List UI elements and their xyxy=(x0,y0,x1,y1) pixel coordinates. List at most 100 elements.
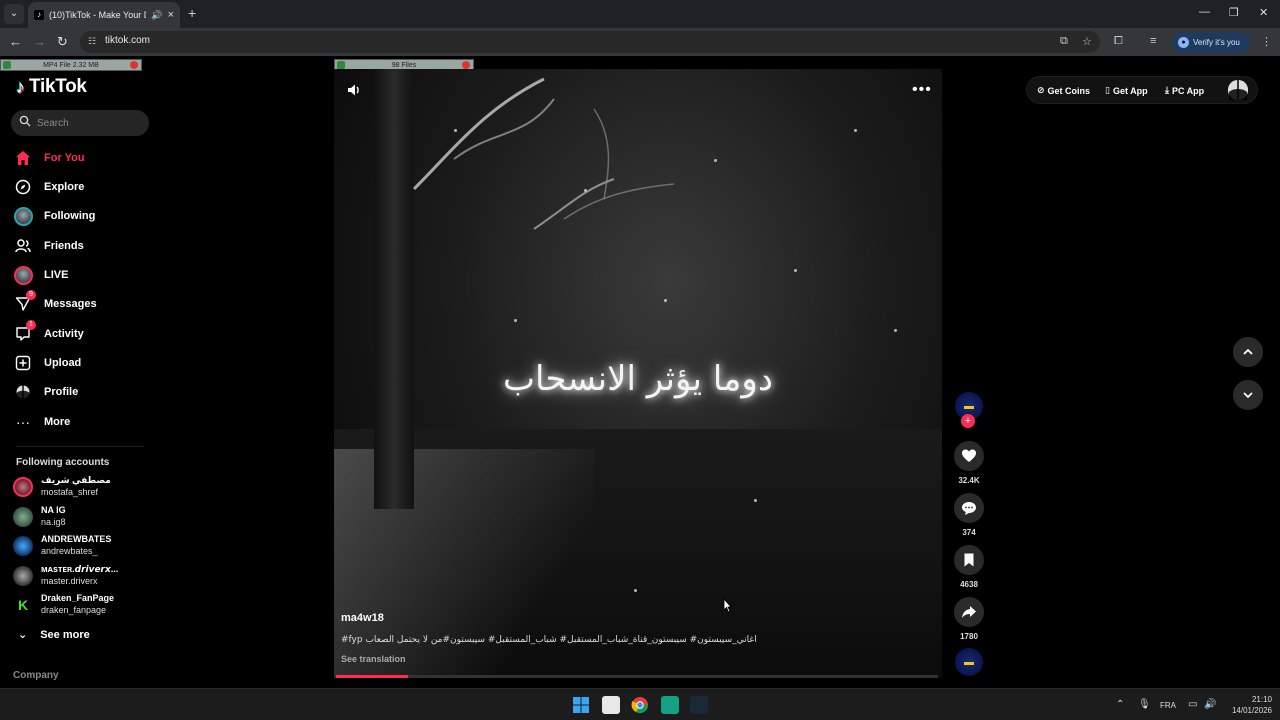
search-box[interactable] xyxy=(11,110,149,136)
video-progress-bar[interactable] xyxy=(336,675,938,678)
verify-profile-button[interactable]: ● Verify it's you xyxy=(1172,32,1250,52)
browser-tab[interactable]: ♪ (10)TikTok - Make Your Day 🔊 × xyxy=(28,2,180,28)
address-bar[interactable]: ☷ tiktok.com ⧉ ☆ xyxy=(80,31,1100,53)
sidebar-divider xyxy=(16,446,144,447)
close-icon[interactable] xyxy=(462,61,470,69)
video-player[interactable]: دوما يؤثر الانسحاب xyxy=(334,69,942,678)
sidebar-item-live[interactable]: LIVE xyxy=(13,263,148,287)
search-input[interactable] xyxy=(37,115,142,131)
browser-tab-bar: ⌄ ♪ (10)TikTok - Make Your Day 🔊 × + — ❐… xyxy=(0,0,1280,28)
sidebar-item-following[interactable]: Following xyxy=(13,204,148,228)
reload-icon[interactable]: ↻ xyxy=(57,34,68,50)
video-author[interactable]: ma4w18 xyxy=(341,612,384,624)
chrome-icon[interactable] xyxy=(631,696,649,714)
following-account[interactable]: NA IG na.ig8 xyxy=(13,504,153,530)
save-count: 4638 xyxy=(960,580,978,589)
comment-button[interactable] xyxy=(954,493,984,523)
sidebar-item-friends[interactable]: Friends xyxy=(13,234,148,258)
header-actions: ⊘ Get Coins ▯ Get App ⤓ PC App xyxy=(1026,76,1258,104)
previous-video-button[interactable] xyxy=(1233,337,1263,367)
close-tab-icon[interactable]: × xyxy=(168,9,174,21)
browser-menu-icon[interactable]: ⋮ xyxy=(1261,35,1272,48)
get-coins-button[interactable]: ⊘ Get Coins xyxy=(1037,85,1090,96)
language-indicator[interactable]: FRA xyxy=(1160,701,1176,710)
system-clock[interactable]: 21:10 14/01/2026 xyxy=(1222,694,1272,716)
more-icon: ··· xyxy=(16,414,30,430)
following-account[interactable]: K Draken_FanPage draken_fanpage xyxy=(13,592,153,618)
friends-icon xyxy=(13,236,33,256)
tiktok-logo[interactable]: ♪ TikTok xyxy=(16,76,87,98)
close-icon[interactable] xyxy=(130,61,138,69)
close-window-icon[interactable]: ✕ xyxy=(1259,6,1268,19)
new-tab-button[interactable]: + xyxy=(188,5,196,21)
follow-button[interactable]: + xyxy=(961,414,975,428)
media-control-icon[interactable]: ≡ xyxy=(1150,35,1156,47)
following-account[interactable]: مصطفي شريف mostafa_shref xyxy=(13,474,153,500)
company-link[interactable]: Company xyxy=(13,670,59,681)
windows-start-icon[interactable] xyxy=(572,696,590,714)
share-button[interactable] xyxy=(954,597,984,627)
task-view-icon[interactable] xyxy=(602,696,620,714)
account-name: ᴍᴀsᴛᴇʀ.𝙙𝙧𝙞𝙫𝙚𝙧𝙭... xyxy=(41,564,119,574)
extensions-icon[interactable]: ⧠ xyxy=(1114,35,1123,48)
install-app-icon[interactable]: ⧉ xyxy=(1060,35,1068,48)
sidebar-item-label: Explore xyxy=(44,181,85,193)
sidebar-item-activity[interactable]: 1 Activity xyxy=(13,320,148,346)
sidebar-item-explore[interactable]: Explore xyxy=(13,175,148,199)
tray-expand-icon[interactable]: ⌃ xyxy=(1116,699,1124,710)
snowflake xyxy=(754,499,757,502)
bookmark-star-icon[interactable]: ☆ xyxy=(1082,35,1092,48)
music-disc[interactable]: ▬ xyxy=(955,648,983,676)
comment-icon xyxy=(962,502,976,515)
site-info-icon[interactable]: ☷ xyxy=(88,36,100,48)
sidebar-item-for-you[interactable]: For You xyxy=(13,146,148,170)
video-branches xyxy=(412,77,675,230)
network-icon[interactable]: ▭ xyxy=(1188,699,1197,710)
more-options-icon[interactable]: ••• xyxy=(912,81,932,99)
minimize-icon[interactable]: — xyxy=(1199,6,1210,18)
get-coins-label: Get Coins xyxy=(1047,85,1091,96)
activity-badge: 1 xyxy=(26,320,36,330)
see-more-button[interactable]: ⌄ See more xyxy=(18,628,90,642)
like-button[interactable] xyxy=(954,441,984,471)
forward-icon[interactable]: → xyxy=(33,34,46,49)
sidebar-item-messages[interactable]: 9 Messages xyxy=(13,290,148,316)
app-icon[interactable] xyxy=(661,696,679,714)
sidebar-item-more[interactable]: ··· More xyxy=(13,410,148,434)
microphone-icon[interactable]: 🎙 xyxy=(1138,699,1151,710)
speaker-icon[interactable]: 🔊 xyxy=(151,10,162,21)
account-handle: mostafa_shref xyxy=(41,487,99,497)
snowflake xyxy=(854,129,857,132)
sidebar-item-label: Profile xyxy=(44,386,79,398)
pc-app-button[interactable]: ⤓ PC App xyxy=(1165,85,1204,96)
get-app-label: Get App xyxy=(1112,85,1148,96)
get-app-button[interactable]: ▯ Get App xyxy=(1105,85,1148,96)
home-icon xyxy=(13,148,33,168)
steam-icon[interactable] xyxy=(690,696,708,714)
verify-label: Verify it's you xyxy=(1193,37,1240,47)
see-translation-link[interactable]: See translation xyxy=(341,654,406,664)
snowflake xyxy=(634,589,637,592)
chevron-down-icon xyxy=(1243,392,1253,399)
sidebar-item-label: LIVE xyxy=(44,269,69,281)
restore-icon[interactable]: ❐ xyxy=(1229,6,1239,19)
snowflake xyxy=(714,159,717,162)
tab-search-button[interactable]: ⌄ xyxy=(4,4,24,24)
download-overlay-left[interactable]: MP4 File 2.32 MB xyxy=(0,59,142,71)
avatar xyxy=(13,536,33,556)
account-name: NA IG xyxy=(41,505,66,515)
snowflake xyxy=(514,319,517,322)
back-icon[interactable]: ← xyxy=(9,34,22,49)
next-video-button[interactable] xyxy=(1233,380,1263,410)
sidebar-item-label: Following xyxy=(44,210,96,222)
save-button[interactable] xyxy=(954,545,984,575)
sidebar-item-profile[interactable]: Profile xyxy=(13,380,148,404)
user-avatar[interactable] xyxy=(1228,80,1248,100)
following-account[interactable]: ᴍᴀsᴛᴇʀ.𝙙𝙧𝙞𝙫𝙚𝙧𝙭... master.driverx xyxy=(13,563,153,589)
windows-taskbar: ⌃ 🎙 FRA ▭ 🔊 21:10 14/01/2026 xyxy=(0,688,1280,720)
speaker-icon[interactable] xyxy=(346,82,362,98)
sidebar-item-upload[interactable]: Upload xyxy=(13,351,148,375)
volume-icon[interactable]: 🔊 xyxy=(1204,699,1216,710)
see-more-label: See more xyxy=(40,628,90,641)
following-account[interactable]: ANDREWBATES andrewbates_ xyxy=(13,533,153,559)
